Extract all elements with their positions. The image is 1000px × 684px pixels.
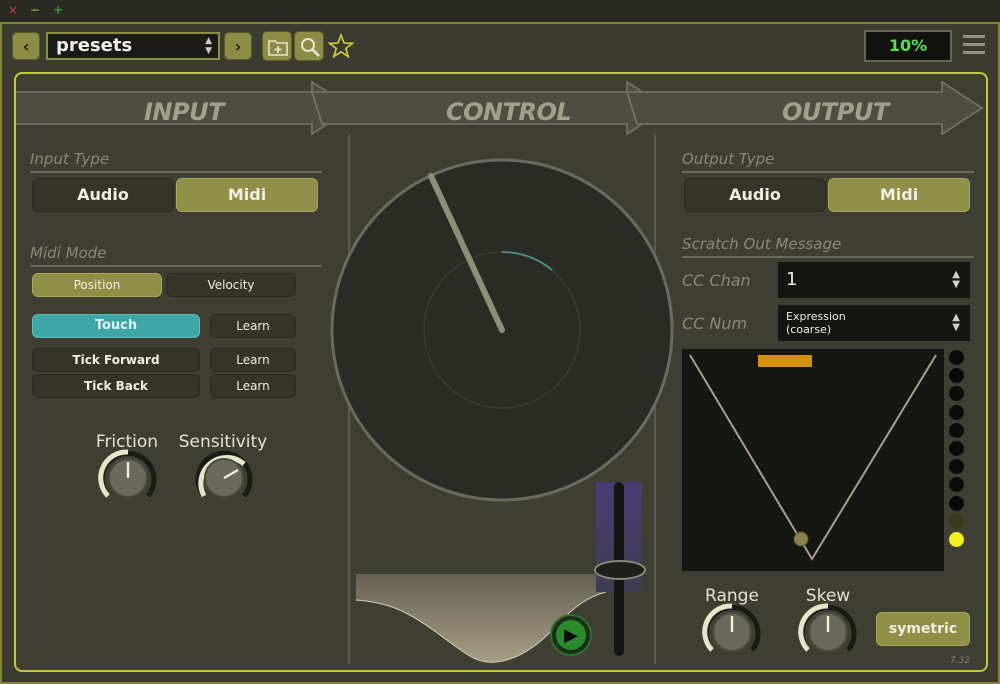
version-label: 7.32 <box>950 656 971 666</box>
input-audio-button[interactable]: Audio <box>32 178 174 212</box>
skew-knob[interactable] <box>796 602 860 662</box>
preset-selector[interactable]: presets ▲ ▼ <box>46 32 220 60</box>
window-close-button[interactable]: × <box>8 3 18 17</box>
led-0 <box>949 350 964 365</box>
window-minimize-button[interactable]: − <box>30 3 40 17</box>
main-panel: INPUT CONTROL OUTPUT Input Type Audio Mi… <box>14 72 988 672</box>
input-type-line <box>30 171 322 173</box>
signal-flow-banner: INPUT CONTROL OUTPUT <box>16 80 986 136</box>
cpu-meter: 10% <box>864 30 952 62</box>
cc-chan-select[interactable]: 1 ▲ ▼ <box>778 262 970 298</box>
output-audio-button[interactable]: Audio <box>684 178 826 212</box>
tick-back-learn-button[interactable]: Learn <box>210 374 296 398</box>
led-1 <box>949 368 964 384</box>
play-button[interactable]: ▶ <box>550 614 592 656</box>
control-heading: CONTROL <box>446 98 572 126</box>
scratch-out-line <box>682 256 974 258</box>
scratch-out-title: Scratch Out Message <box>682 235 842 253</box>
speed-slider-thumb[interactable] <box>594 560 646 580</box>
search-icon[interactable] <box>294 31 324 61</box>
preset-arrows-icon: ▲ ▼ <box>205 36 212 56</box>
play-icon: ▶ <box>564 625 578 646</box>
cc-num-value-line1: Expression <box>786 310 846 323</box>
midi-level-leds <box>949 350 967 550</box>
window-titlebar: × − + <box>0 0 1000 22</box>
range-knob[interactable] <box>700 602 764 662</box>
plugin-window: ‹ presets ▲ ▼ › 10% INPUT CONTROL OUTPUT… <box>0 22 1000 684</box>
symmetric-button[interactable]: symetric <box>876 612 970 646</box>
led-7 <box>949 477 964 493</box>
input-heading: INPUT <box>144 98 224 126</box>
preset-name: presets <box>56 35 133 56</box>
led-9 <box>949 513 964 529</box>
output-type-line <box>682 171 974 173</box>
friction-knob[interactable] <box>96 448 160 508</box>
velocity-mode-button[interactable]: Velocity <box>166 273 296 297</box>
prev-preset-button[interactable]: ‹ <box>12 32 40 60</box>
next-preset-button[interactable]: › <box>224 32 252 60</box>
led-10 <box>949 531 964 547</box>
led-8 <box>949 495 964 511</box>
input-midi-button[interactable]: Midi <box>176 178 318 212</box>
window-maximize-button[interactable]: + <box>53 3 63 17</box>
output-type-title: Output Type <box>682 150 775 168</box>
led-4 <box>949 422 964 438</box>
input-type-title: Input Type <box>30 150 110 168</box>
tick-forward-learn-button[interactable]: Learn <box>210 348 296 372</box>
led-6 <box>949 459 964 475</box>
output-heading: OUTPUT <box>782 98 889 126</box>
led-5 <box>949 440 964 456</box>
led-3 <box>949 404 964 420</box>
cc-num-arrows-icon: ▲ ▼ <box>952 312 960 333</box>
cc-chan-label: CC Chan <box>682 271 751 290</box>
midi-mode-line <box>30 265 322 267</box>
cc-chan-arrows-icon: ▲ ▼ <box>952 269 960 290</box>
tick-back-button[interactable]: Tick Back <box>32 374 200 398</box>
turntable-platter[interactable] <box>330 158 674 504</box>
response-curve-display[interactable] <box>682 349 944 571</box>
led-2 <box>949 386 964 402</box>
output-midi-button[interactable]: Midi <box>828 178 970 212</box>
cc-num-label: CC Num <box>682 314 748 333</box>
tick-forward-button[interactable]: Tick Forward <box>32 348 200 372</box>
sensitivity-knob[interactable] <box>192 448 256 508</box>
midi-mode-title: Midi Mode <box>30 244 107 262</box>
cc-num-select[interactable]: Expression (coarse) ▲ ▼ <box>778 305 970 341</box>
touch-learn-button[interactable]: Learn <box>210 314 296 338</box>
toolbar: ‹ presets ▲ ▼ › 10% <box>2 24 998 70</box>
cc-chan-value: 1 <box>786 269 798 290</box>
menu-icon[interactable] <box>963 35 985 57</box>
star-icon[interactable] <box>326 31 356 61</box>
folder-plus-icon[interactable] <box>262 31 292 61</box>
touch-button[interactable]: Touch <box>32 314 200 338</box>
cc-num-value-line2: (coarse) <box>786 323 832 336</box>
position-mode-button[interactable]: Position <box>32 273 162 297</box>
